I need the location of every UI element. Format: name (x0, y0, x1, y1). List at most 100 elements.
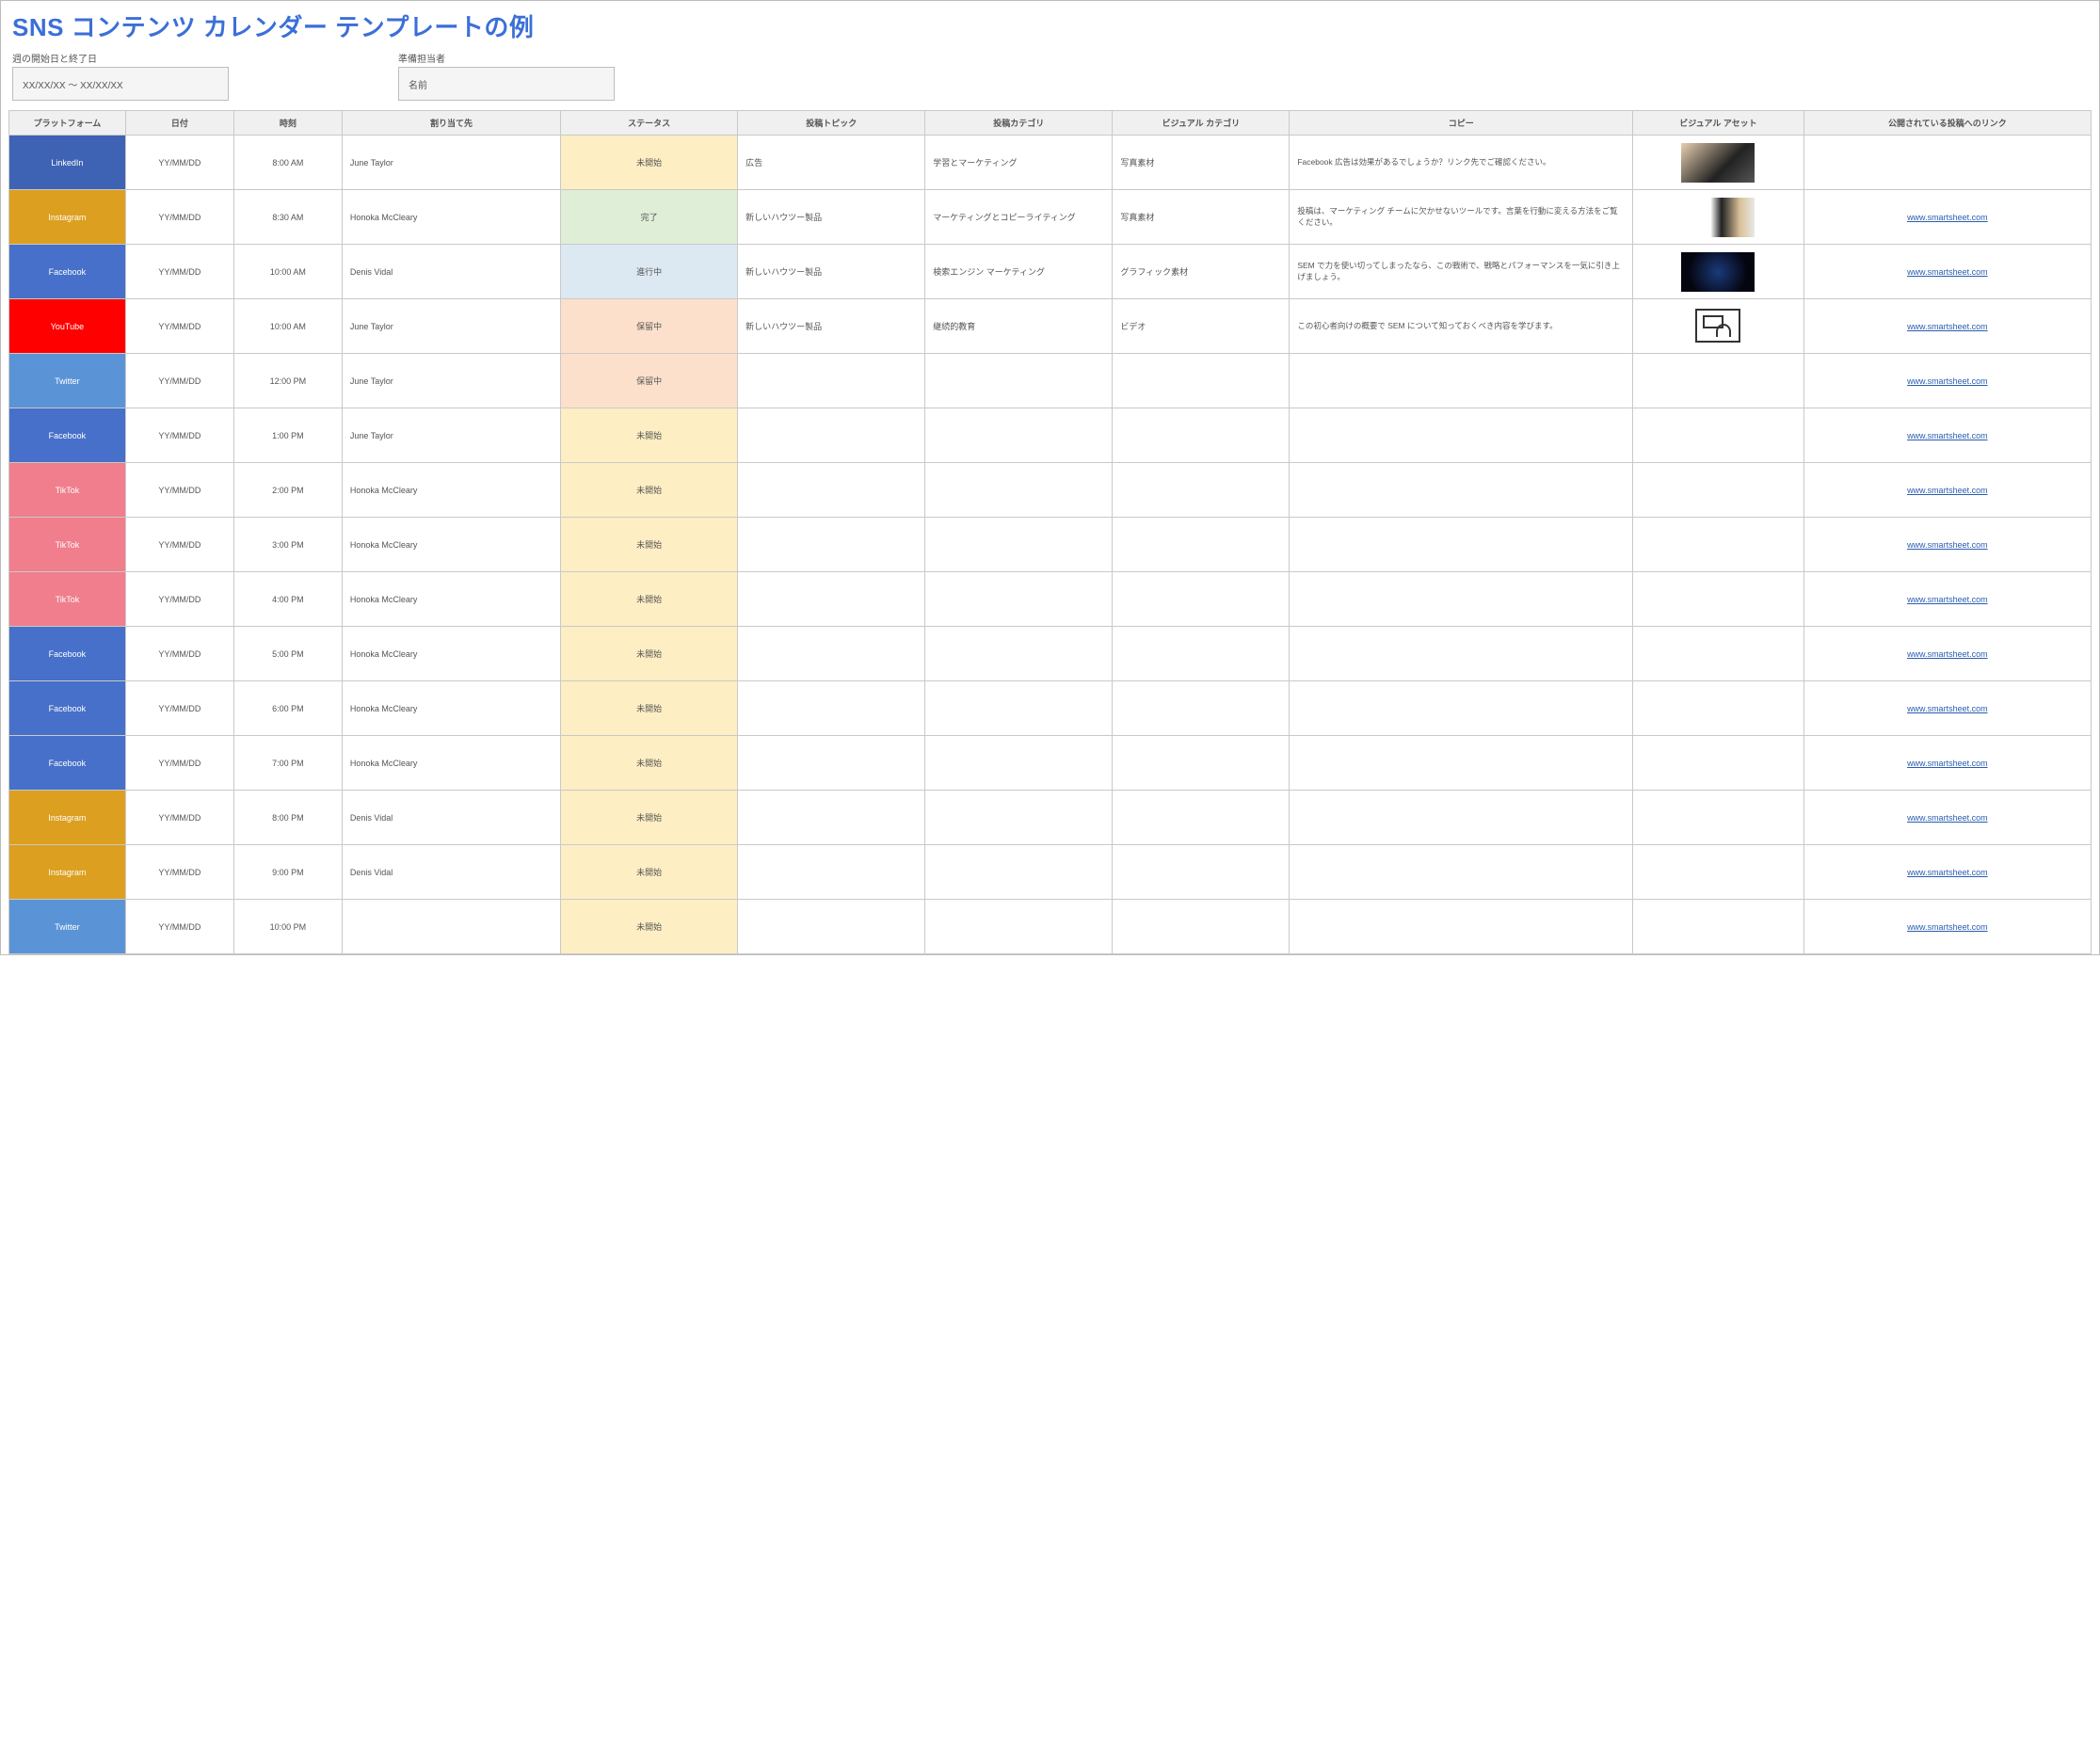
visual-category-cell: ビデオ (1113, 299, 1290, 354)
status-cell: 未開始 (561, 518, 738, 572)
week-input[interactable]: XX/XX/XX ～ XX/XX/XX (12, 67, 229, 101)
category-cell (925, 681, 1113, 736)
col-header-3: 割り当て先 (342, 111, 560, 136)
link-cell: www.smartsheet.com (1803, 681, 2091, 736)
assignee-cell: June Taylor (342, 354, 560, 408)
date-cell: YY/MM/DD (125, 463, 233, 518)
post-link[interactable]: www.smartsheet.com (1907, 486, 1988, 495)
asset-cell (1633, 354, 1803, 408)
post-link[interactable]: www.smartsheet.com (1907, 213, 1988, 222)
visual-category-cell (1113, 354, 1290, 408)
asset-cell (1633, 136, 1803, 190)
post-link[interactable]: www.smartsheet.com (1907, 868, 1988, 877)
owner-value: 名前 (409, 77, 427, 91)
date-cell: YY/MM/DD (125, 518, 233, 572)
date-cell: YY/MM/DD (125, 245, 233, 299)
post-link[interactable]: www.smartsheet.com (1907, 649, 1988, 659)
time-cell: 4:00 PM (233, 572, 342, 627)
asset-cell (1633, 463, 1803, 518)
topic-cell (738, 572, 925, 627)
asset-cell (1633, 518, 1803, 572)
date-cell: YY/MM/DD (125, 681, 233, 736)
visual-category-cell (1113, 681, 1290, 736)
assignee-cell: Denis Vidal (342, 791, 560, 845)
assignee-cell: Honoka McCleary (342, 736, 560, 791)
table-row: TwitterYY/MM/DD12:00 PMJune Taylor保留中www… (9, 354, 2092, 408)
copy-cell: SEM で力を使い切ってしまったなら、この戦術で、戦略とパフォーマンスを一気に引… (1290, 245, 1633, 299)
visual-category-cell (1113, 518, 1290, 572)
table-body: LinkedInYY/MM/DD8:00 AMJune Taylor未開始広告学… (9, 136, 2092, 954)
category-cell: 検索エンジン マーケティング (925, 245, 1113, 299)
table-row: FacebookYY/MM/DD10:00 AMDenis Vidal進行中新し… (9, 245, 2092, 299)
category-cell (925, 845, 1113, 900)
status-cell: 未開始 (561, 572, 738, 627)
assignee-cell: Honoka McCleary (342, 627, 560, 681)
status-cell: 未開始 (561, 627, 738, 681)
visual-category-cell (1113, 627, 1290, 681)
copy-cell: 投稿は、マーケティング チームに欠かせないツールです。言葉を行動に変える方法をご… (1290, 190, 1633, 245)
table-row: FacebookYY/MM/DD5:00 PMHonoka McCleary未開… (9, 627, 2092, 681)
time-cell: 6:00 PM (233, 681, 342, 736)
category-cell: 継続的教育 (925, 299, 1113, 354)
link-cell: www.smartsheet.com (1803, 518, 2091, 572)
time-cell: 10:00 AM (233, 299, 342, 354)
link-cell: www.smartsheet.com (1803, 845, 2091, 900)
asset-cell (1633, 736, 1803, 791)
col-header-4: ステータス (561, 111, 738, 136)
platform-cell: Facebook (9, 408, 126, 463)
date-cell: YY/MM/DD (125, 627, 233, 681)
post-link[interactable]: www.smartsheet.com (1907, 540, 1988, 550)
platform-cell: TikTok (9, 463, 126, 518)
time-cell: 9:00 PM (233, 845, 342, 900)
week-field: 週の開始日と終了日 XX/XX/XX ～ XX/XX/XX (12, 51, 229, 101)
table-row: InstagramYY/MM/DD8:00 PMDenis Vidal未開始ww… (9, 791, 2092, 845)
copy-cell (1290, 572, 1633, 627)
table-row: InstagramYY/MM/DD8:30 AMHonoka McCleary完… (9, 190, 2092, 245)
topic-cell: 新しいハウツー製品 (738, 299, 925, 354)
platform-cell: Instagram (9, 190, 126, 245)
asset-cell (1633, 408, 1803, 463)
copy-cell (1290, 791, 1633, 845)
platform-cell: Instagram (9, 845, 126, 900)
link-cell: www.smartsheet.com (1803, 627, 2091, 681)
date-cell: YY/MM/DD (125, 190, 233, 245)
assignee-cell: Honoka McCleary (342, 463, 560, 518)
assignee-cell: Honoka McCleary (342, 190, 560, 245)
topic-cell (738, 354, 925, 408)
copy-cell (1290, 518, 1633, 572)
post-link[interactable]: www.smartsheet.com (1907, 813, 1988, 823)
visual-category-cell (1113, 791, 1290, 845)
col-header-9: ビジュアル アセット (1633, 111, 1803, 136)
visual-category-cell (1113, 736, 1290, 791)
status-cell: 未開始 (561, 736, 738, 791)
copy-cell: この初心者向けの概要で SEM について知っておくべき内容を学びます。 (1290, 299, 1633, 354)
status-cell: 未開始 (561, 791, 738, 845)
platform-cell: Facebook (9, 627, 126, 681)
time-cell: 8:00 PM (233, 791, 342, 845)
post-link[interactable]: www.smartsheet.com (1907, 376, 1988, 386)
assignee-cell: Honoka McCleary (342, 681, 560, 736)
col-header-2: 時刻 (233, 111, 342, 136)
link-cell: www.smartsheet.com (1803, 736, 2091, 791)
owner-input[interactable]: 名前 (398, 67, 615, 101)
topic-cell (738, 681, 925, 736)
table-row: FacebookYY/MM/DD1:00 PMJune Taylor未開始www… (9, 408, 2092, 463)
copy-cell (1290, 900, 1633, 954)
post-link[interactable]: www.smartsheet.com (1907, 595, 1988, 604)
post-link[interactable]: www.smartsheet.com (1907, 267, 1988, 277)
post-link[interactable]: www.smartsheet.com (1907, 322, 1988, 331)
post-link[interactable]: www.smartsheet.com (1907, 704, 1988, 713)
platform-cell: TikTok (9, 518, 126, 572)
assignee-cell: Honoka McCleary (342, 518, 560, 572)
post-link[interactable]: www.smartsheet.com (1907, 759, 1988, 768)
asset-thumbnail (1681, 252, 1755, 292)
platform-cell: Facebook (9, 245, 126, 299)
time-cell: 7:00 PM (233, 736, 342, 791)
topic-cell: 広告 (738, 136, 925, 190)
platform-cell: TikTok (9, 572, 126, 627)
table-row: InstagramYY/MM/DD9:00 PMDenis Vidal未開始ww… (9, 845, 2092, 900)
post-link[interactable]: www.smartsheet.com (1907, 922, 1988, 932)
post-link[interactable]: www.smartsheet.com (1907, 431, 1988, 440)
table-row: FacebookYY/MM/DD7:00 PMHonoka McCleary未開… (9, 736, 2092, 791)
asset-cell (1633, 190, 1803, 245)
